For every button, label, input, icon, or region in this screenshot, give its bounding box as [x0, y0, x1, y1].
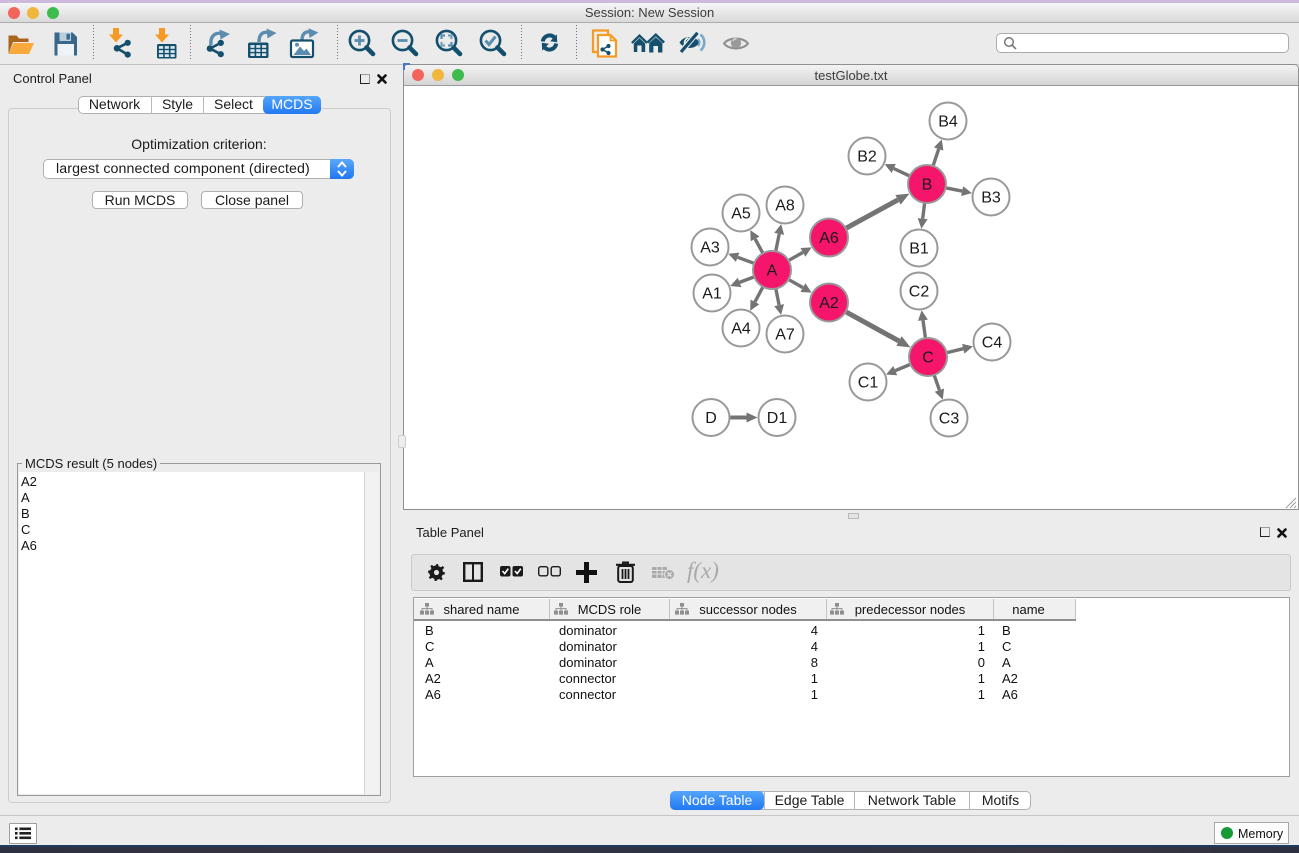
svg-text:A6: A6 — [819, 230, 839, 247]
svg-text:C4: C4 — [982, 335, 1003, 352]
svg-text:A5: A5 — [731, 206, 751, 223]
svg-text:A2: A2 — [819, 295, 839, 312]
svg-text:B4: B4 — [938, 114, 958, 131]
svg-text:D: D — [705, 410, 717, 427]
svg-text:C: C — [922, 350, 934, 367]
svg-text:B: B — [922, 177, 933, 194]
svg-text:B3: B3 — [981, 190, 1001, 207]
svg-text:A4: A4 — [731, 321, 751, 338]
svg-text:C3: C3 — [939, 411, 960, 428]
svg-text:A7: A7 — [775, 327, 795, 344]
svg-text:C2: C2 — [909, 284, 930, 301]
svg-text:C1: C1 — [858, 375, 879, 392]
svg-text:B2: B2 — [857, 149, 877, 166]
svg-text:A1: A1 — [702, 286, 722, 303]
svg-text:D1: D1 — [767, 410, 788, 427]
svg-text:A3: A3 — [700, 240, 720, 257]
svg-text:A8: A8 — [775, 198, 795, 215]
svg-text:B1: B1 — [909, 241, 929, 258]
svg-text:A: A — [767, 263, 778, 280]
